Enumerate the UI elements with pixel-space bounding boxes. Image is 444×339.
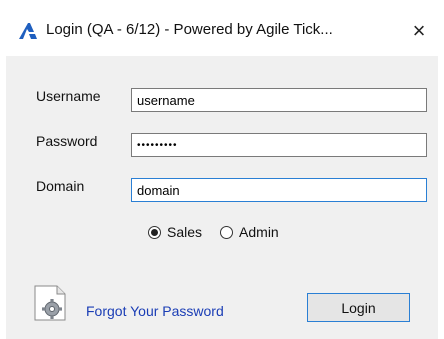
forgot-password-link[interactable]: Forgot Your Password xyxy=(86,303,224,319)
radio-sales[interactable]: Sales xyxy=(148,224,202,240)
radio-sales-label: Sales xyxy=(167,224,203,240)
radio-admin-label: Admin xyxy=(239,224,279,240)
gear-icon[interactable] xyxy=(33,285,67,321)
radio-sales-indicator[interactable] xyxy=(148,225,161,239)
close-button[interactable]: × xyxy=(400,14,438,48)
role-radio-group: Sales Admin xyxy=(148,224,297,240)
title-bar: Login (QA - 6/12) - Powered by Agile Tic… xyxy=(0,0,444,56)
close-icon: × xyxy=(412,18,426,43)
username-label: Username xyxy=(36,88,101,104)
username-field[interactable] xyxy=(131,88,427,112)
agile-logo-icon xyxy=(19,23,37,39)
radio-admin[interactable]: Admin xyxy=(220,224,279,240)
radio-admin-indicator[interactable] xyxy=(220,225,234,239)
window-title: Login (QA - 6/12) - Powered by Agile Tic… xyxy=(46,21,333,38)
password-label: Password xyxy=(36,133,98,149)
domain-label: Domain xyxy=(36,178,85,194)
domain-field[interactable] xyxy=(131,178,427,202)
login-button[interactable]: Login xyxy=(307,293,410,322)
password-field[interactable] xyxy=(131,133,427,157)
